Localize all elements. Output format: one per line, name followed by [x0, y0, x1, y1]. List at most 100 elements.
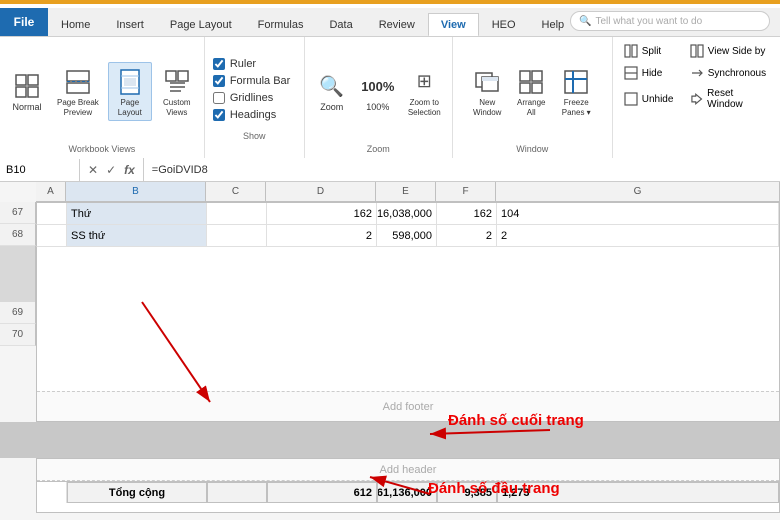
confirm-formula-icon[interactable]: ✓ — [104, 163, 118, 177]
col-header-e: E — [376, 182, 436, 201]
col-header-d: D — [266, 182, 376, 201]
page-break-preview-button[interactable]: Page BreakPreview — [52, 63, 104, 120]
ruler-checkbox-label[interactable]: Ruler — [213, 58, 296, 70]
column-headers: A B C D E F G — [36, 182, 780, 202]
row-gap — [0, 246, 36, 302]
cell-69-f[interactable]: 9,385 — [437, 482, 497, 503]
view-side-by-button[interactable]: View Side by — [685, 41, 771, 61]
formula-icons: ✕ ✓ fx — [80, 158, 144, 181]
insert-function-icon[interactable]: fx — [122, 163, 137, 177]
gridlines-checkbox-label[interactable]: Gridlines — [213, 92, 296, 104]
formula-bar: B10 ✕ ✓ fx =GoiDVID8 — [0, 158, 780, 182]
custom-views-button[interactable]: CustomViews — [156, 63, 198, 120]
tab-insert[interactable]: Insert — [103, 12, 157, 36]
cell-67-e[interactable]: 16,038,000 — [377, 203, 437, 224]
cell-68-g[interactable]: 2 — [497, 225, 779, 246]
arrange-all-label: ArrangeAll — [517, 98, 545, 117]
grid-row-67: Thứ 162 16,038,000 162 104 — [37, 203, 779, 225]
add-footer-text: Add footer — [383, 401, 434, 413]
file-button[interactable]: File — [0, 8, 48, 36]
cell-69-g[interactable]: 1,273 — [497, 482, 779, 503]
tab-review[interactable]: Review — [366, 12, 428, 36]
tab-data[interactable]: Data — [316, 12, 365, 36]
cell-69-d[interactable]: 612 — [267, 482, 377, 503]
row-num-69-side: 69 — [0, 302, 36, 324]
name-box[interactable]: B10 — [0, 159, 80, 181]
tab-formulas[interactable]: Formulas — [245, 12, 317, 36]
zoom-100-button[interactable]: 100% 100% — [357, 67, 399, 116]
cancel-formula-icon[interactable]: ✕ — [86, 163, 100, 177]
cell-67-a[interactable] — [37, 203, 67, 224]
headings-checkbox[interactable] — [213, 109, 225, 121]
cell-68-f[interactable]: 2 — [437, 225, 497, 246]
page-layout-button[interactable]: PageLayout — [108, 62, 152, 121]
add-header-zone[interactable]: Add header — [37, 459, 779, 481]
col-header-f: F — [436, 182, 496, 201]
new-window-label: NewWindow — [473, 98, 501, 117]
window-group: NewWindow ArrangeAll — [453, 37, 613, 158]
cell-67-g[interactable]: 104 — [497, 203, 779, 224]
cell-68-d[interactable]: 2 — [267, 225, 377, 246]
col-header-a: A — [36, 182, 66, 201]
col-header-g: G — [496, 182, 780, 201]
hide-button[interactable]: Hide — [619, 63, 679, 83]
zoom-to-selection-button[interactable]: ⊞ Zoom toSelection — [403, 63, 446, 120]
grid-row-68: SS thứ 2 598,000 2 2 — [37, 225, 779, 247]
window-group-label: Window — [516, 144, 548, 154]
workbook-views-group: Normal Page BreakPreview — [0, 37, 205, 158]
tab-home[interactable]: Home — [48, 12, 103, 36]
show-group-label: Show — [213, 131, 296, 141]
cell-68-e[interactable]: 598,000 — [377, 225, 437, 246]
split-button[interactable]: Split — [619, 41, 679, 61]
top-page-section: 67 68 Thứ 162 16,038,000 162 104 SS thứ … — [36, 202, 780, 422]
col-header-b: B — [66, 182, 206, 201]
spreadsheet: A B C D E F G 67 68 Thứ 162 16,038,000 1… — [0, 182, 780, 520]
formula-bar-checkbox[interactable] — [213, 75, 225, 87]
reset-window-button[interactable]: Reset Window — [685, 85, 774, 113]
cell-69-b[interactable]: Tổng cộng — [67, 482, 207, 503]
row-num-68-side: 68 — [0, 224, 36, 246]
unhide-button[interactable]: Unhide — [619, 85, 679, 113]
cell-69-c[interactable] — [207, 482, 267, 503]
workbook-views-label: Workbook Views — [6, 144, 198, 154]
cell-68-c[interactable] — [207, 225, 267, 246]
zoom-group-label: Zoom — [367, 144, 390, 154]
row-num-70-side: 70 — [0, 324, 36, 346]
add-header-text: Add header — [380, 464, 437, 476]
row-num-67-side: 67 — [0, 202, 36, 224]
gridlines-checkbox[interactable] — [213, 92, 225, 104]
cell-67-f[interactable]: 162 — [437, 203, 497, 224]
cell-67-c[interactable] — [207, 203, 267, 224]
new-window-button[interactable]: NewWindow — [466, 63, 508, 120]
zoom-to-sel-label: Zoom toSelection — [408, 98, 441, 117]
add-footer-zone[interactable]: Add footer — [37, 391, 779, 421]
tab-page-layout[interactable]: Page Layout — [157, 12, 245, 36]
tab-heo[interactable]: HEO — [479, 12, 529, 36]
page-break-gap — [0, 422, 780, 458]
freeze-panes-button[interactable]: FreezePanes ▾ — [554, 63, 598, 120]
zoom-group: 🔍 Zoom 100% 100% ⊞ Zoom toSelection Zoom — [305, 37, 453, 158]
headings-checkbox-label[interactable]: Headings — [213, 109, 296, 121]
page-layout-label: PageLayout — [118, 98, 142, 117]
arrange-all-button[interactable]: ArrangeAll — [510, 63, 552, 120]
cell-67-b[interactable]: Thứ — [67, 203, 207, 224]
ruler-checkbox[interactable] — [213, 58, 225, 70]
formula-input[interactable]: =GoiDVID8 — [144, 164, 780, 176]
zoom-button[interactable]: 🔍 Zoom — [311, 67, 353, 116]
page-break-preview-label: Page BreakPreview — [57, 98, 99, 117]
custom-views-label: CustomViews — [163, 98, 191, 117]
row-numbers: 67 68 69 70 — [0, 202, 36, 520]
grid-row-69: Tổng cộng 612 4,061,136,000 9,385 1,273 — [37, 481, 779, 503]
tab-view[interactable]: View — [428, 13, 479, 37]
cell-69-a[interactable] — [37, 482, 67, 503]
tell-me-bar[interactable]: 🔍 Tell what you want to do — [570, 11, 770, 31]
synchronous-button[interactable]: Synchronous — [685, 63, 771, 83]
normal-view-button[interactable]: Normal — [6, 67, 48, 116]
cell-68-b[interactable]: SS thứ — [67, 225, 207, 246]
ribbon: File Home Insert Page Layout Formulas Da… — [0, 4, 780, 158]
freeze-panes-label: FreezePanes ▾ — [562, 98, 591, 117]
formula-bar-checkbox-label[interactable]: Formula Bar — [213, 75, 296, 87]
cell-69-e[interactable]: 4,061,136,000 — [377, 482, 437, 503]
cell-67-d[interactable]: 162 — [267, 203, 377, 224]
cell-68-a[interactable] — [37, 225, 67, 246]
